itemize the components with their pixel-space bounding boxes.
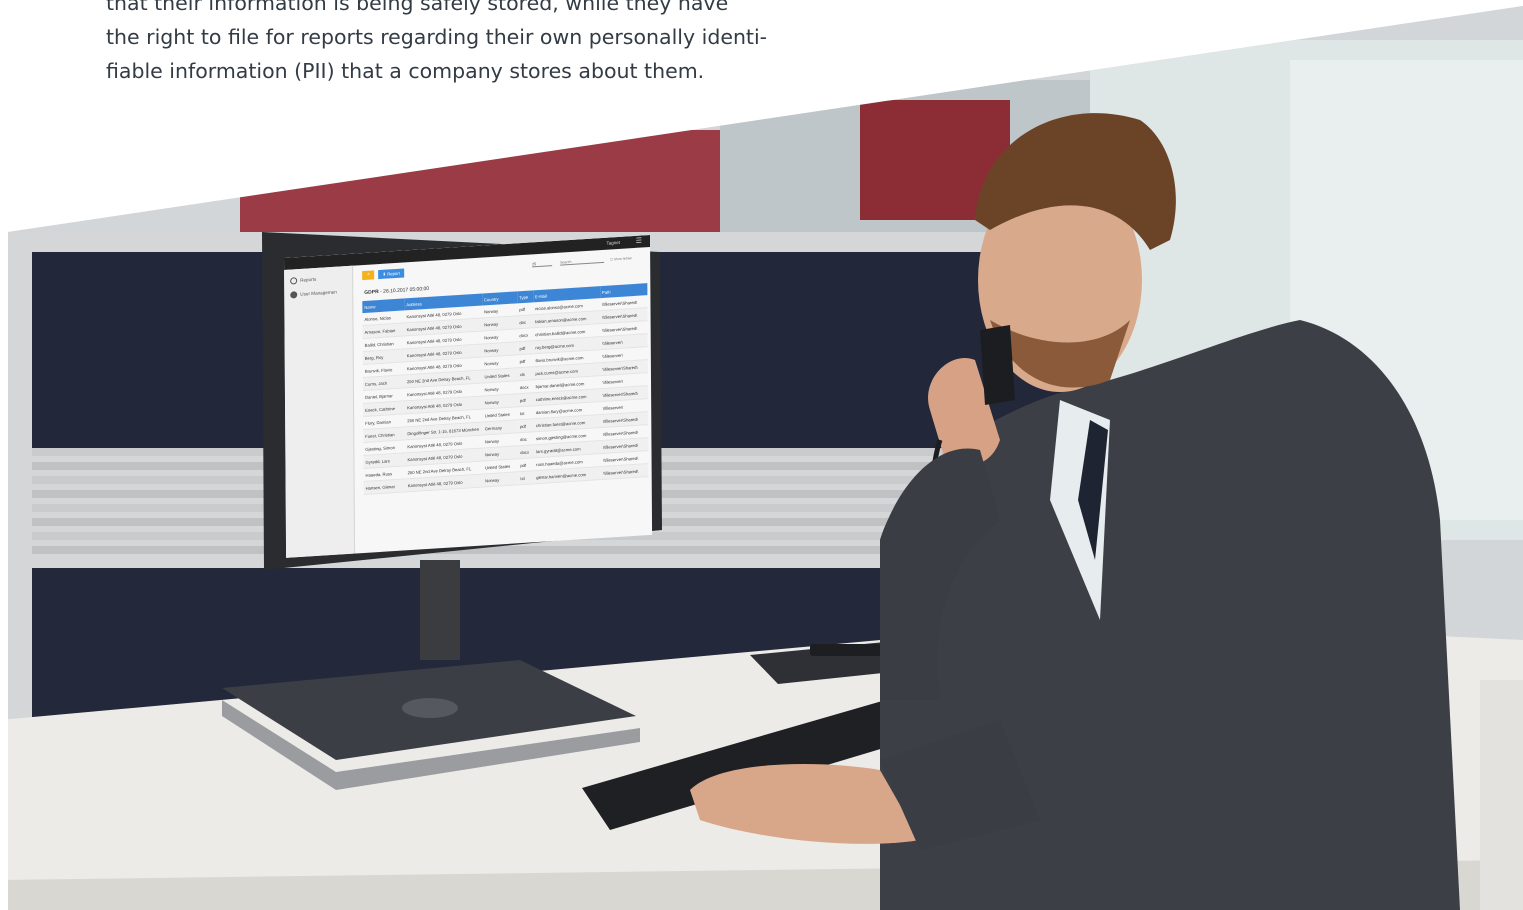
monitor-arm <box>420 560 460 660</box>
show-hidden-checkbox[interactable]: ☐ Show hidden <box>610 256 632 261</box>
add-button[interactable]: + <box>362 270 375 281</box>
app-sidebar: Reports User Managemen <box>284 265 356 558</box>
table-filters: 25 Search ☐ Show hidden <box>532 253 642 270</box>
gdpr-table: Name Address Country Type E-Mail Path Al… <box>362 283 649 495</box>
sidebar-item-label: User Managemen <box>300 289 337 297</box>
report-title-bold: GDPR <box>364 289 379 296</box>
sidebar-item-user-management[interactable]: User Managemen <box>290 289 337 299</box>
laptop-logo <box>402 698 458 718</box>
report-download-button[interactable]: ⬇ Report <box>378 268 405 280</box>
table-cell: docx <box>517 379 534 394</box>
intro-line-3: fiable information (PII) that a company … <box>106 59 705 83</box>
page-size-select[interactable]: 25 <box>532 261 553 268</box>
report-title-date: - 26.10.2017 05:00:00 <box>378 285 430 296</box>
table-cell: glenar.hansen@acme.com <box>534 466 602 484</box>
table-cell: docx <box>517 327 534 342</box>
table-cell: pdf <box>518 418 534 433</box>
table-cell: pdf <box>517 302 534 316</box>
table-cell: Norway <box>483 471 519 487</box>
table-cell: txt <box>518 470 535 485</box>
sidebar-item-label: Reports <box>300 276 317 283</box>
table-cell: txt <box>517 405 534 420</box>
table-cell: xls <box>517 366 534 381</box>
app-brand: Tagnet <box>606 239 621 246</box>
intro-line-1: that their information is being safely s… <box>106 0 729 15</box>
office-scene <box>8 6 1523 910</box>
search-input[interactable]: Search <box>560 257 605 266</box>
table-cell: pdf <box>517 392 534 407</box>
table-cell: pdf <box>517 340 534 355</box>
clock-icon <box>290 277 298 285</box>
phone-handset <box>980 325 1015 405</box>
column-header[interactable]: Type <box>517 290 534 304</box>
table-cell: Hansen, Glenar <box>363 478 406 495</box>
report-title: GDPR - 26.10.2017 05:00:00 <box>364 286 429 296</box>
hamburger-menu-icon[interactable]: ☰ <box>636 237 642 244</box>
user-icon <box>290 291 298 299</box>
monitor-screen: Tagnet ☰ Reports User Managemen + ⬇ Repo… <box>284 234 653 558</box>
intro-paragraph: that their information is being safely s… <box>106 0 768 88</box>
sidebar-item-reports[interactable]: Reports <box>290 276 316 285</box>
table-cell: pdf <box>518 457 535 472</box>
table-cell: doc <box>517 314 534 329</box>
table-body: Alonso, Niclas Kanonsyst Atlé 48, 0279 Os… <box>362 295 649 495</box>
desk-right <box>1480 680 1523 910</box>
table-cell: doc <box>518 431 535 446</box>
intro-line-2: the right to file for reports regarding … <box>106 25 768 49</box>
office-photo: Tagnet ☰ Reports User Managemen + ⬇ Repo… <box>8 6 1523 910</box>
table-cell: docx <box>518 444 535 459</box>
table-cell: \\fileserver\Shared\ <box>601 463 649 480</box>
table-cell: pdf <box>517 353 534 368</box>
